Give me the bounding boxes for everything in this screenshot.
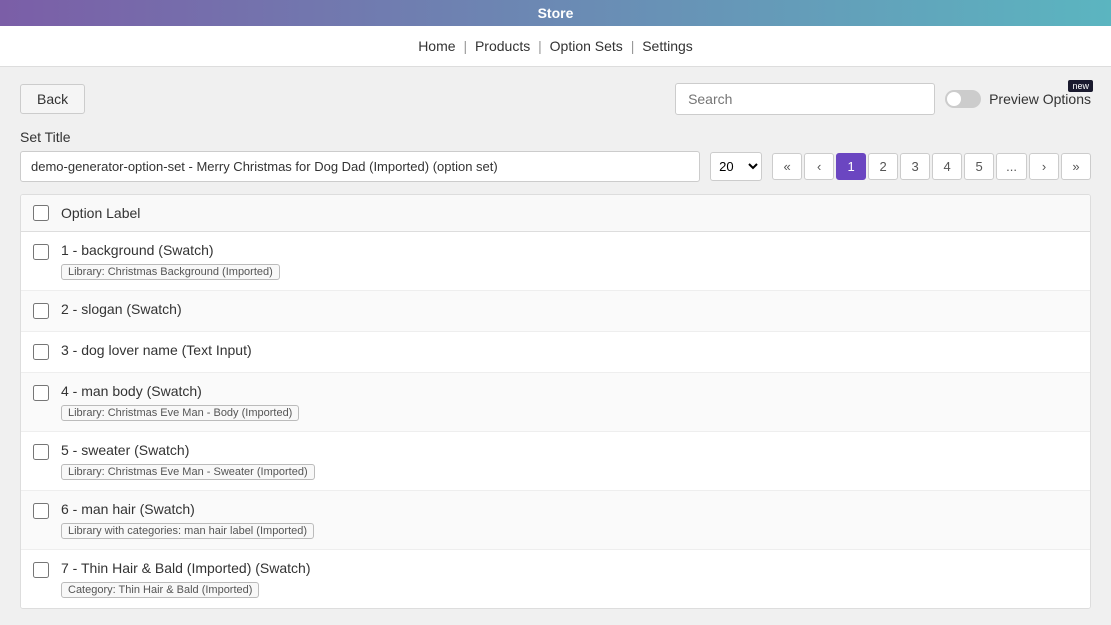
nav-option-sets[interactable]: Option Sets xyxy=(550,38,623,54)
new-badge: new xyxy=(1068,80,1093,92)
page-last[interactable]: » xyxy=(1061,153,1091,180)
top-bar: Store xyxy=(0,0,1111,26)
back-button[interactable]: Back xyxy=(20,84,85,114)
option-title-7: 7 - Thin Hair & Bald (Imported) (Swatch) xyxy=(61,560,1078,576)
table-row: 3 - dog lover name (Text Input) xyxy=(21,332,1090,373)
option-library-badge-5: Library: Christmas Eve Man - Sweater (Im… xyxy=(61,464,315,480)
page-4[interactable]: 4 xyxy=(932,153,962,180)
nav-bar: Home | Products | Option Sets | Settings xyxy=(0,26,1111,67)
row-checkbox-3[interactable] xyxy=(33,344,49,360)
nav-settings[interactable]: Settings xyxy=(642,38,693,54)
option-title-3: 3 - dog lover name (Text Input) xyxy=(61,342,1078,358)
page-prev[interactable]: ‹ xyxy=(804,153,834,180)
preview-options-container: new Preview Options xyxy=(945,90,1091,108)
page-2[interactable]: 2 xyxy=(868,153,898,180)
option-library-badge-7: Category: Thin Hair & Bald (Imported) xyxy=(61,582,259,598)
nav-products[interactable]: Products xyxy=(475,38,530,54)
set-title-section: Set Title 20 50 100 « ‹ 1 2 3 4 5 ... › … xyxy=(20,129,1091,182)
row-checkbox-6[interactable] xyxy=(33,503,49,519)
table-row: 4 - man body (Swatch) Library: Christmas … xyxy=(21,373,1090,432)
table-row: 7 - Thin Hair & Bald (Imported) (Swatch)… xyxy=(21,550,1090,608)
option-library-badge-6: Library with categories: man hair label … xyxy=(61,523,314,539)
table-row: 5 - sweater (Swatch) Library: Christmas E… xyxy=(21,432,1090,491)
row-checkbox-4[interactable] xyxy=(33,385,49,401)
search-input[interactable] xyxy=(675,83,935,115)
page-5[interactable]: 5 xyxy=(964,153,994,180)
page-size-select[interactable]: 20 50 100 xyxy=(710,152,762,181)
row-checkbox-5[interactable] xyxy=(33,444,49,460)
page-3[interactable]: 3 xyxy=(900,153,930,180)
option-label-column-header: Option Label xyxy=(61,205,140,221)
page-first[interactable]: « xyxy=(772,153,802,180)
select-all-checkbox[interactable] xyxy=(33,205,49,221)
outer-wrapper: Option Label 1 - background (Swatch) Libr… xyxy=(20,194,1091,609)
row-checkbox-2[interactable] xyxy=(33,303,49,319)
page-ellipsis[interactable]: ... xyxy=(996,153,1027,180)
store-title: Store xyxy=(538,5,574,21)
preview-toggle[interactable] xyxy=(945,90,981,108)
page-1[interactable]: 1 xyxy=(836,153,866,180)
table-row: 1 - background (Swatch) Library: Christma… xyxy=(21,232,1090,291)
row-checkbox-7[interactable] xyxy=(33,562,49,578)
table-header: Option Label xyxy=(21,195,1090,232)
option-title-1: 1 - background (Swatch) xyxy=(61,242,1078,258)
option-title-5: 5 - sweater (Swatch) xyxy=(61,442,1078,458)
pagination: « ‹ 1 2 3 4 5 ... › » xyxy=(772,153,1091,180)
preview-options-label: Preview Options xyxy=(989,91,1091,107)
toolbar: Back new Preview Options xyxy=(20,83,1091,115)
option-title-2: 2 - slogan (Swatch) xyxy=(61,301,1078,317)
table-row: 2 - slogan (Swatch) xyxy=(21,291,1090,332)
page-next[interactable]: › xyxy=(1029,153,1059,180)
table-row: 6 - man hair (Swatch) Library with catego… xyxy=(21,491,1090,550)
option-library-badge-1: Library: Christmas Background (Imported) xyxy=(61,264,280,280)
option-title-6: 6 - man hair (Swatch) xyxy=(61,501,1078,517)
options-list: 1 - background (Swatch) Library: Christma… xyxy=(21,232,1090,608)
main-content: Back new Preview Options Set Title 20 50… xyxy=(0,67,1111,625)
row-checkbox-1[interactable] xyxy=(33,244,49,260)
options-table: Option Label 1 - background (Swatch) Libr… xyxy=(20,194,1091,609)
nav-home[interactable]: Home xyxy=(418,38,455,54)
set-title-row: 20 50 100 « ‹ 1 2 3 4 5 ... › » xyxy=(20,151,1091,182)
set-title-input[interactable] xyxy=(20,151,700,182)
search-container: new Preview Options xyxy=(675,83,1091,115)
set-title-label: Set Title xyxy=(20,129,1091,145)
option-title-4: 4 - man body (Swatch) xyxy=(61,383,1078,399)
option-library-badge-4: Library: Christmas Eve Man - Body (Impor… xyxy=(61,405,299,421)
